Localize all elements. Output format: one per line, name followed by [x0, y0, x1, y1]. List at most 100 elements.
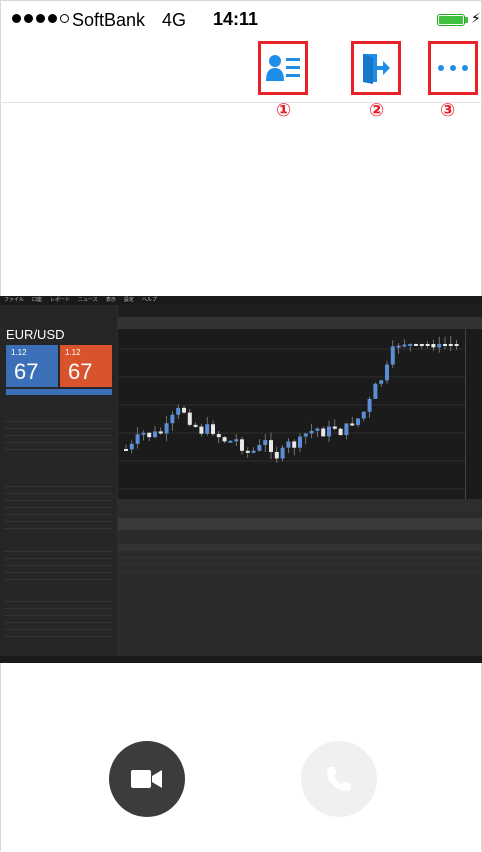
candle [187, 412, 192, 425]
ask-box: 1.12 67 [60, 345, 112, 387]
candle [309, 430, 314, 434]
shared-menu-item: ニュース [78, 297, 98, 303]
shared-menu-item: ファイル [4, 297, 25, 303]
shared-left-panel: EUR/USD 1.12 67 1.12 67 [0, 305, 117, 657]
candle [182, 407, 186, 413]
candle [321, 428, 326, 437]
candle [367, 398, 372, 412]
candle [390, 346, 395, 365]
top-toolbar: ① ② ③ [0, 40, 482, 120]
candle [402, 344, 407, 347]
chart-tabs [118, 305, 482, 317]
candle [425, 344, 430, 346]
chart-toolbar [118, 317, 482, 329]
candle [286, 441, 291, 448]
shared-status-bar [0, 656, 482, 663]
shared-menu-item: 口座 [32, 297, 43, 303]
more-icon [438, 65, 468, 71]
candle [408, 344, 413, 346]
shared-menu-item: ヘルプ [141, 297, 157, 303]
candle [448, 344, 453, 346]
candle [350, 423, 355, 426]
candle [257, 445, 262, 451]
candle [234, 439, 239, 442]
candle [147, 432, 152, 438]
charging-icon: ⚡ [471, 10, 481, 26]
candle [385, 364, 389, 381]
more-button[interactable] [428, 41, 478, 95]
candle [344, 423, 349, 436]
carrier-name: SoftBank [72, 10, 146, 30]
bid-box: 1.12 67 [6, 345, 58, 387]
candle [332, 426, 337, 429]
candle [280, 447, 285, 459]
video-button[interactable] [109, 741, 185, 817]
candle [158, 431, 163, 434]
candle [454, 344, 459, 346]
rates-table [4, 480, 112, 529]
label-number-2: ② [369, 100, 385, 120]
candle [240, 439, 244, 451]
participants-list-icon [266, 55, 300, 81]
shared-menu-item: 表示 [105, 297, 116, 303]
label-number-1: ① [276, 100, 292, 120]
clock: 14:11 [213, 9, 259, 29]
candle [228, 440, 233, 443]
candle [153, 431, 157, 438]
battery-icon [437, 14, 465, 26]
candle [274, 451, 279, 459]
candle [135, 434, 140, 444]
positions-panel [118, 511, 482, 657]
label-number-3: ③ [440, 100, 456, 120]
candle [269, 440, 273, 452]
candle [298, 436, 302, 448]
shared-menu-item: レポート [50, 297, 71, 303]
candlestick-chart [118, 329, 465, 499]
order-form [4, 415, 112, 450]
candle [245, 450, 250, 453]
candle [129, 443, 134, 450]
candle [164, 423, 169, 434]
candle [315, 428, 320, 431]
candle [356, 418, 360, 425]
candle [170, 414, 175, 424]
exit-icon [363, 54, 390, 84]
candle [361, 411, 366, 419]
candle [199, 426, 204, 434]
exit-button[interactable] [351, 41, 401, 95]
candle [251, 450, 256, 453]
candle [292, 441, 297, 448]
candle [338, 428, 343, 436]
positions-tabs [118, 518, 482, 530]
candle [396, 345, 401, 348]
candle [379, 380, 384, 384]
shared-menu-item: 設定 [123, 297, 134, 303]
watch-list [4, 545, 112, 580]
shared-menu-bar: ファイル 口座 レポート ニュース 表示 設定 ヘルプ [0, 296, 482, 305]
candle [443, 344, 447, 346]
candle [414, 344, 418, 346]
candle [373, 383, 378, 399]
candle [176, 407, 181, 415]
candle [437, 344, 442, 348]
candle [124, 449, 128, 451]
candle [193, 424, 198, 427]
candle [263, 440, 268, 446]
network-type: 4G [162, 10, 187, 30]
participants-button[interactable] [258, 41, 308, 95]
currency-pair: EUR/USD [6, 327, 65, 342]
shared-screen-view[interactable]: ファイル 口座 レポート ニュース 表示 設定 ヘルプ EUR/USD 1.12 67 1.… [0, 296, 482, 663]
candle [303, 433, 308, 437]
candle [211, 424, 215, 435]
phone-icon [327, 767, 351, 791]
candle [222, 437, 227, 442]
candle [431, 344, 436, 348]
status-bar: SoftBank 4G 14:11 ⚡ [0, 0, 482, 40]
phone-button[interactable] [301, 741, 377, 817]
video-camera-icon [131, 770, 162, 788]
candle [419, 344, 424, 346]
candle [205, 424, 210, 434]
candle [327, 426, 331, 437]
candle [216, 434, 221, 438]
price-axis [465, 329, 482, 499]
